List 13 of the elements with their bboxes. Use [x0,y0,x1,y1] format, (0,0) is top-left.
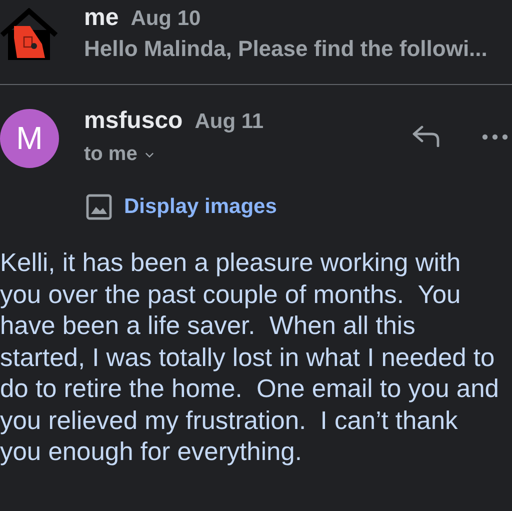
sender-avatar: M [0,109,59,168]
message-date: Aug 10 [130,7,201,31]
message-snippet: Hello Malinda, Please find the followi... [84,36,488,62]
message-date: Aug 11 [194,110,264,134]
reply-icon[interactable] [412,125,440,147]
more-options-icon[interactable] [482,134,508,140]
sender-name: msfusco [84,107,183,135]
image-icon [86,194,112,220]
recipient-toggle[interactable]: to me [84,143,154,166]
display-images-link[interactable]: Display images [124,195,277,219]
message-body: Kelli, it has been a pleasure working with you over the past couple of months. You have been a life saver. When all this started, I was totally lost in what I needed to do to retire the home. One email to you and you relieved my frustration. I can’t thank you enough for everything. [0,248,500,468]
chevron-down-icon [145,152,154,158]
sender-name: me [84,4,119,32]
